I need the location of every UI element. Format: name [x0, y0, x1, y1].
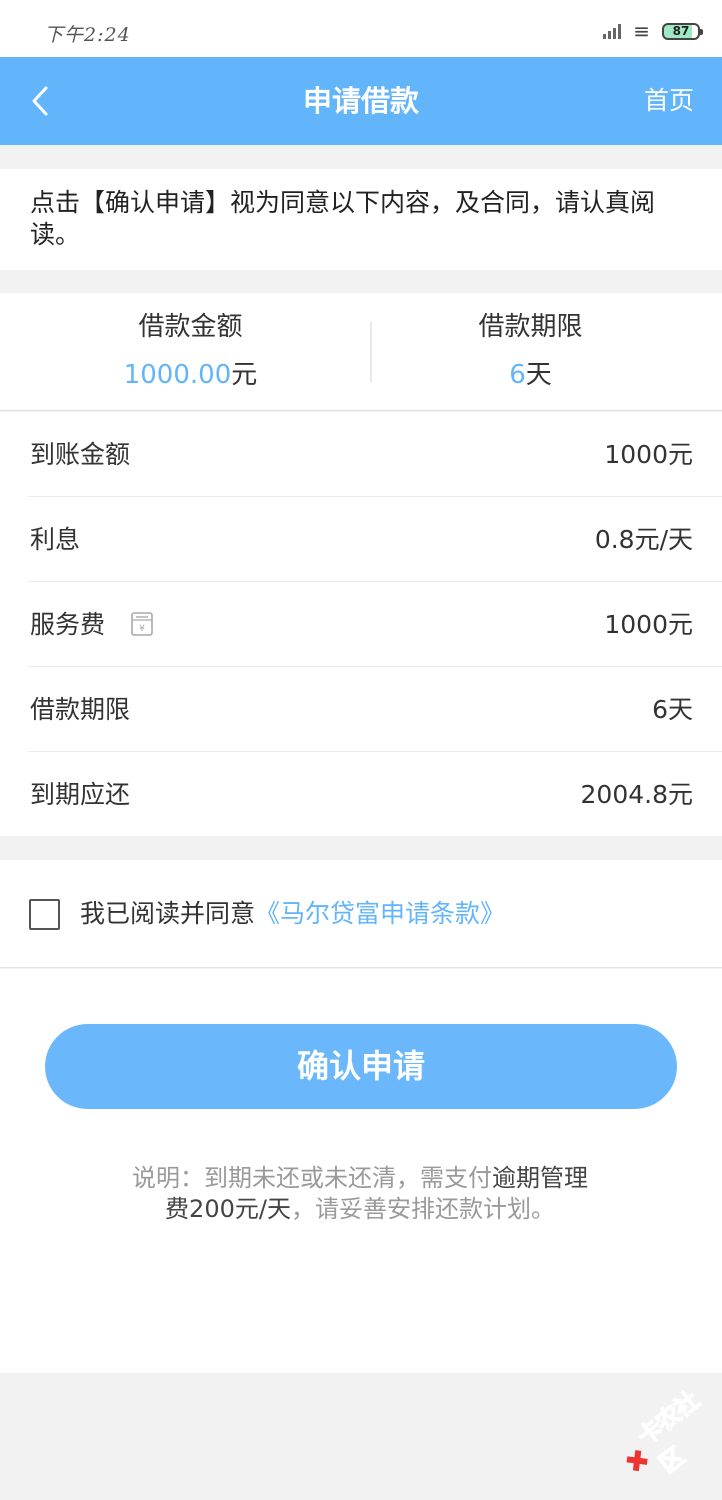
detail-row-due: 到期应还 2004.8元	[28, 752, 722, 837]
loan-amount-label: 借款金额	[138, 312, 243, 342]
detail-row-term: 借款期限 6天	[28, 667, 722, 752]
agreement-checkbox[interactable]	[29, 899, 60, 930]
nav-bar: 申请借款 首页	[0, 57, 722, 145]
detail-value: 0.8元/天	[594, 525, 693, 554]
home-link[interactable]: 首页	[644, 57, 694, 145]
detail-value: 6天	[652, 695, 693, 724]
detail-value: 1000元	[604, 440, 693, 469]
loan-term-number: 6	[509, 360, 526, 390]
action-area: 确认申请 说明：到期未还或未还清，需支付逾期管理费200元/天，请妥善安排还款计…	[0, 969, 722, 1373]
status-icons: ≡ 87	[603, 18, 703, 44]
loan-term-label: 借款期限	[478, 312, 583, 342]
loan-term-unit: 天	[525, 360, 552, 390]
detail-label: 利息	[30, 525, 81, 554]
detail-label: 到期应还	[30, 780, 131, 809]
watermark-logo: ✖ 卡农社区	[610, 1384, 722, 1493]
loan-term-summary: 借款期限 6天	[350, 293, 711, 411]
summary-divider	[370, 322, 372, 382]
detail-label: 借款期限	[30, 695, 131, 724]
agreement-terms-link[interactable]: 《马尔贷富申请条款》	[255, 899, 505, 928]
loan-amount-value: 1000.00元	[10, 359, 371, 391]
note-part3: ，请妥善安排还款计划。	[290, 1195, 555, 1223]
battery-icon: 87	[662, 22, 703, 40]
agreement-row: 我已阅读并同意《马尔贷富申请条款》	[0, 860, 722, 968]
overdue-note: 说明：到期未还或未还清，需支付逾期管理费200元/天，请妥善安排还款计划。	[130, 1163, 590, 1225]
agreement-prefix: 我已阅读并同意	[80, 899, 256, 928]
detail-label: 到账金额	[30, 440, 131, 469]
svg-text:¥: ¥	[139, 624, 145, 634]
loan-amount-summary: 借款金额 1000.00元	[10, 293, 371, 411]
loan-term-value: 6天	[350, 359, 711, 391]
fee-info-icon[interactable]: ¥	[128, 610, 156, 638]
loan-amount-number: 1000.00	[123, 360, 232, 390]
detail-row-received: 到账金额 1000元	[28, 412, 722, 497]
battery-level: 87	[672, 23, 690, 38]
confirm-apply-button[interactable]: 确认申请	[45, 1024, 677, 1109]
wifi-icon: ≡	[633, 19, 650, 43]
detail-value: 1000元	[604, 610, 693, 639]
detail-row-interest: 利息 0.8元/天	[28, 497, 722, 582]
note-part1: 说明：到期未还或未还清，需支付	[132, 1164, 492, 1192]
loan-details: 到账金额 1000元 利息 0.8元/天 服务费 ¥ 1000元 借款期限 6天…	[0, 412, 722, 836]
detail-row-service-fee: 服务费 ¥ 1000元	[28, 582, 722, 667]
back-arrow-icon[interactable]	[26, 83, 60, 119]
page-title: 申请借款	[302, 84, 419, 118]
signal-icon	[603, 23, 622, 39]
detail-value: 2004.8元	[580, 780, 693, 809]
loan-amount-unit: 元	[231, 360, 258, 390]
agreement-text: 我已阅读并同意《马尔贷富申请条款》	[80, 860, 505, 968]
detail-label: 服务费	[30, 610, 106, 639]
notice-text: 点击【确认申请】视为同意以下内容，及合同，请认真阅读。	[0, 169, 722, 270]
status-time: 下午2:24	[44, 24, 131, 46]
loan-summary: 借款金额 1000.00元 借款期限 6天	[0, 293, 722, 411]
status-bar: 下午2:24 ≡ 87	[0, 0, 722, 57]
